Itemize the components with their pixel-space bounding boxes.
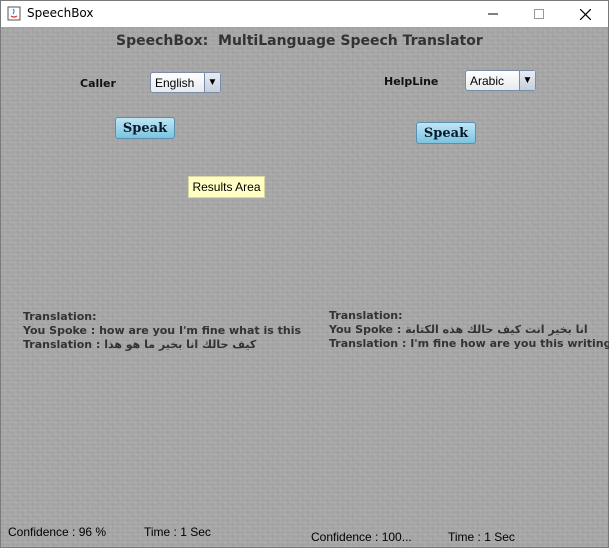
helpline-language-select[interactable]: Arabic ▼ [465, 70, 536, 91]
page-title: SpeechBox: MultiLanguage Speech Translat… [116, 33, 483, 49]
caller-time: Time : 1 Sec [144, 525, 211, 539]
helpline-speak-button[interactable]: Speak [416, 122, 476, 144]
helpline-label: HelpLine [384, 75, 439, 88]
caller-label: Caller [80, 77, 116, 90]
caller-speak-button[interactable]: Speak [115, 117, 175, 139]
title-bar: SpeechBox [1, 1, 608, 27]
helpline-you-spoke: You Spoke : انا بخير انت كيف حالك هذه ال… [329, 323, 588, 336]
results-area: Results Area [188, 176, 265, 198]
caller-language-select[interactable]: English ▼ [150, 72, 221, 93]
helpline-language-value: Arabic [470, 74, 505, 88]
minimize-icon [488, 13, 498, 15]
chevron-down-icon[interactable]: ▼ [519, 71, 535, 90]
app-window: SpeechBox SpeechBox: MultiLanguage Speec… [0, 0, 609, 548]
caller-you-spoke: You Spoke : how are you I'm fine what is… [23, 324, 302, 337]
caller-language-value: English [155, 76, 195, 90]
minimize-button[interactable] [470, 1, 516, 27]
helpline-translation: Translation : I'm fine how are you this … [329, 337, 609, 350]
caller-translation: Translation : كيف حالك انا بخير ما هو هذ… [23, 338, 257, 351]
caller-translation-header: Translation: [23, 310, 97, 323]
window-title: SpeechBox [27, 6, 94, 20]
chevron-down-icon[interactable]: ▼ [204, 73, 220, 92]
helpline-time: Time : 1 Sec [448, 530, 515, 544]
close-button[interactable] [562, 1, 608, 27]
main-panel: SpeechBox: MultiLanguage Speech Translat… [1, 27, 609, 547]
helpline-translation-header: Translation: [329, 309, 403, 322]
helpline-confidence: Confidence : 100... [311, 530, 412, 544]
maximize-icon [534, 9, 544, 19]
close-icon [579, 8, 591, 20]
caller-confidence: Confidence : 96 % [8, 525, 107, 539]
java-icon [7, 6, 21, 21]
maximize-button[interactable] [516, 1, 562, 27]
